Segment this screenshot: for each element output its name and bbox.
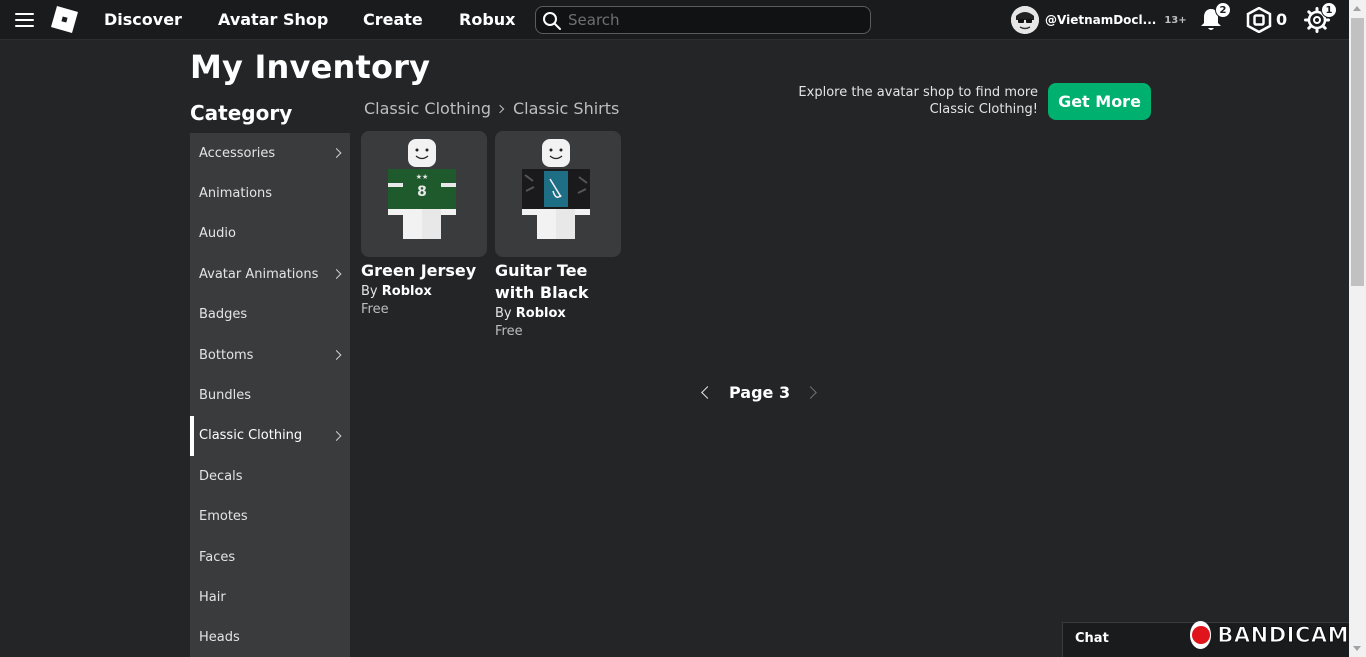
sidebar-item-label: Avatar Animations <box>199 266 319 282</box>
avatar-shirt-thumbnail-icon <box>522 139 590 239</box>
user-profile-link[interactable]: @VietnamDocl... 13+ <box>1011 6 1187 34</box>
chevron-right-icon[interactable] <box>804 386 817 399</box>
breadcrumb: Classic Clothing Classic Shirts <box>364 99 619 118</box>
record-icon <box>1190 621 1212 649</box>
scroll-down-arrow-icon[interactable] <box>1353 646 1361 651</box>
search-icon <box>543 12 561 30</box>
sidebar-item-avatar-animations[interactable]: Avatar Animations <box>190 254 350 294</box>
get-more-button[interactable]: Get More <box>1048 83 1151 120</box>
sidebar-item-label: Badges <box>199 307 248 323</box>
top-navigation-bar: Discover Avatar Shop Create Robux @Vietn… <box>0 0 1349 40</box>
category-sidebar: Accessories Animations Audio Avatar Anim… <box>190 133 350 657</box>
item-card-green-jersey[interactable]: 8 ★★ Green Jersey By Roblox Free <box>361 131 487 317</box>
settings-button[interactable]: 1 <box>1303 2 1337 34</box>
nav-create[interactable]: Create <box>363 10 423 29</box>
chevron-right-icon <box>331 269 342 280</box>
nav-avatar-shop[interactable]: Avatar Shop <box>218 10 328 29</box>
creator-link[interactable]: Roblox <box>516 306 566 321</box>
sidebar-item-badges[interactable]: Badges <box>190 295 350 335</box>
creator-link[interactable]: Roblox <box>382 284 432 299</box>
page-title: My Inventory <box>190 48 431 86</box>
hamburger-menu-icon[interactable] <box>15 13 34 27</box>
sidebar-item-audio[interactable]: Audio <box>190 214 350 254</box>
bandicam-watermark: BANDICAM <box>1190 621 1349 649</box>
breadcrumb-current: Classic Shirts <box>512 99 620 118</box>
avatar-headshot-icon <box>1011 6 1039 34</box>
category-heading: Category <box>190 101 293 125</box>
sidebar-item-bottoms[interactable]: Bottoms <box>190 335 350 375</box>
username-label: @VietnamDocl... <box>1045 13 1157 27</box>
sidebar-item-heads[interactable]: Heads <box>190 618 350 657</box>
item-creator: By Roblox <box>361 284 487 299</box>
item-price: Free <box>495 324 523 339</box>
notifications-button[interactable]: 2 <box>1197 2 1231 34</box>
scroll-up-arrow-icon[interactable] <box>1353 6 1361 11</box>
search-box <box>535 6 871 34</box>
by-label: By <box>361 284 378 299</box>
avatar <box>1011 6 1039 34</box>
item-thumbnail[interactable]: 8 ★★ <box>361 131 487 257</box>
sidebar-item-label: Heads <box>199 630 240 646</box>
pagination: Page 3 <box>695 380 825 408</box>
avatar-shirt-thumbnail-icon: 8 ★★ <box>388 139 456 239</box>
chevron-right-icon <box>331 350 342 361</box>
sidebar-item-label: Audio <box>199 226 236 242</box>
sidebar-item-label: Bundles <box>199 388 252 404</box>
sidebar-item-label: Decals <box>199 468 243 484</box>
chevron-right-icon <box>331 430 342 441</box>
page-number-label: Page 3 <box>729 383 791 402</box>
sidebar-item-classic-clothing[interactable]: Classic Clothing <box>190 415 350 457</box>
sidebar-item-label: Hair <box>199 589 226 605</box>
sidebar-item-faces[interactable]: Faces <box>190 537 350 577</box>
svg-text:★★: ★★ <box>416 173 429 181</box>
sidebar-item-bundles[interactable]: Bundles <box>190 375 350 415</box>
breadcrumb-parent[interactable]: Classic Clothing <box>364 99 491 118</box>
sidebar-item-emotes[interactable]: Emotes <box>190 497 350 537</box>
age-bracket-label: 13+ <box>1164 14 1187 26</box>
by-label: By <box>495 306 512 321</box>
chevron-right-icon <box>331 148 342 159</box>
sidebar-item-label: Faces <box>199 549 236 565</box>
search-input[interactable] <box>568 9 858 31</box>
sidebar-item-accessories[interactable]: Accessories <box>190 133 350 173</box>
item-card-guitar-tee[interactable]: Guitar Tee with Black By Roblox Free <box>495 131 621 339</box>
sidebar-item-label: Animations <box>199 186 273 202</box>
chevron-right-icon <box>495 104 505 113</box>
nav-robux[interactable]: Robux <box>459 10 515 29</box>
robux-balance: 0 <box>1276 10 1288 29</box>
item-name[interactable]: Guitar Tee with Black <box>495 260 621 304</box>
scrollbar-thumb[interactable] <box>1351 18 1364 286</box>
robux-button[interactable] <box>1245 6 1273 34</box>
item-price: Free <box>361 302 389 317</box>
sidebar-item-animations[interactable]: Animations <box>190 173 350 213</box>
roblox-logo-icon[interactable] <box>51 6 78 33</box>
sidebar-item-decals[interactable]: Decals <box>190 456 350 496</box>
chevron-left-icon[interactable] <box>701 386 714 399</box>
page-scrollbar[interactable] <box>1349 0 1366 657</box>
sidebar-item-label: Bottoms <box>199 347 254 363</box>
chat-label: Chat <box>1075 631 1109 646</box>
notifications-count-badge: 2 <box>1215 2 1231 18</box>
nav-discover[interactable]: Discover <box>104 10 182 29</box>
settings-badge: 1 <box>1321 2 1337 18</box>
explore-promo-text: Explore the avatar shop to find more Cla… <box>798 85 1038 117</box>
sidebar-item-hair[interactable]: Hair <box>190 577 350 617</box>
sidebar-item-label: Accessories <box>199 145 276 161</box>
sidebar-item-label: Classic Clothing <box>199 428 303 444</box>
sidebar-item-label: Emotes <box>199 509 248 525</box>
item-creator: By Roblox <box>495 306 621 321</box>
watermark-text: BANDICAM <box>1217 623 1349 648</box>
item-thumbnail[interactable] <box>495 131 621 257</box>
item-name[interactable]: Green Jersey <box>361 260 487 282</box>
svg-text:8: 8 <box>417 184 427 200</box>
robux-icon <box>1246 7 1272 33</box>
